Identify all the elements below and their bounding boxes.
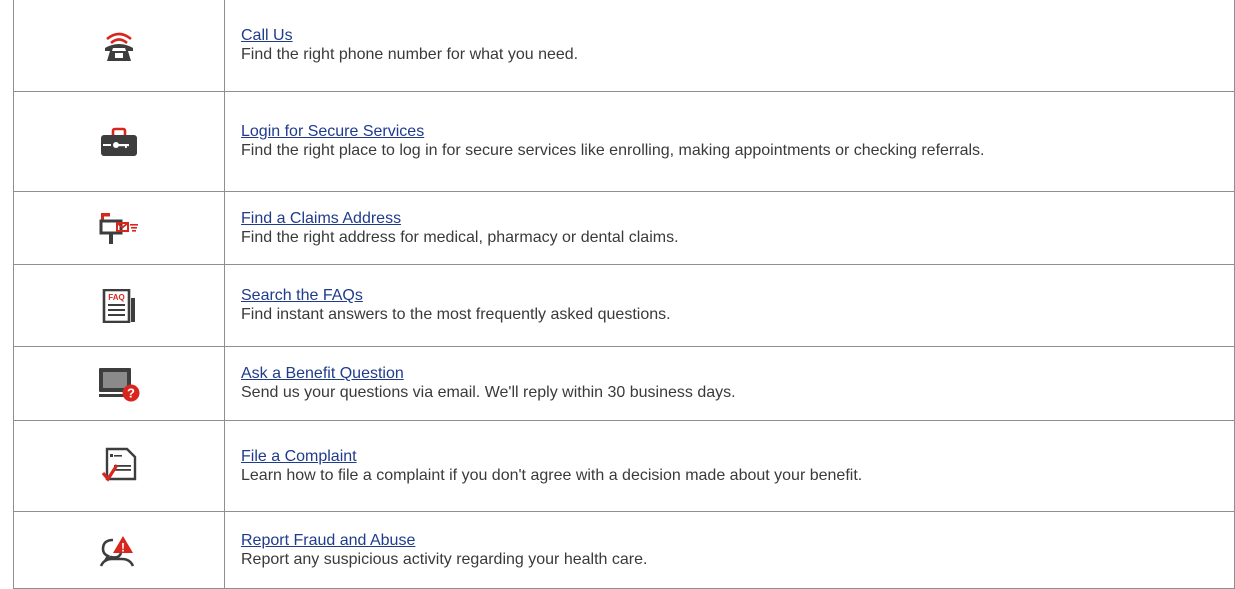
table-row: ! Report Fraud and Abuse Report any susp… (13, 511, 1235, 589)
monitor-question-icon: ? (99, 367, 140, 401)
table-row: File a Complaint Learn how to file a com… (13, 420, 1235, 512)
faq-document-icon: FAQ (102, 288, 135, 323)
file-complaint-description: Learn how to file a complaint if you don… (241, 466, 863, 484)
question-mark-label: ? (127, 385, 135, 400)
faq-icon-label: FAQ (108, 293, 124, 302)
table-row: Find a Claims Address Find the right add… (13, 191, 1235, 265)
alert-mark-label: ! (121, 541, 125, 555)
telephone-icon (105, 32, 133, 61)
call-us-link[interactable]: Call Us (241, 26, 1194, 45)
table-row: ? Ask a Benefit Question Send us your qu… (13, 346, 1235, 421)
table-row: Call Us Find the right phone number for … (13, 0, 1235, 92)
ask-benefit-question-link[interactable]: Ask a Benefit Question (241, 364, 1194, 383)
mailbox-icon (99, 213, 138, 244)
ask-benefit-question-description: Send us your questions via email. We'll … (241, 384, 736, 401)
briefcase-key-icon (101, 127, 137, 156)
report-fraud-link[interactable]: Report Fraud and Abuse (241, 531, 1194, 550)
document-check-icon (101, 447, 137, 482)
file-complaint-link[interactable]: File a Complaint (241, 447, 1194, 466)
search-faqs-description: Find instant answers to the most frequen… (241, 306, 671, 323)
person-alert-icon: ! (99, 536, 135, 567)
table-row: FAQ Search the FAQs Find instant answers… (13, 264, 1235, 347)
find-claims-address-link[interactable]: Find a Claims Address (241, 209, 1194, 228)
login-secure-services-link[interactable]: Login for Secure Services (241, 122, 1194, 141)
report-fraud-description: Report any suspicious activity regarding… (241, 550, 648, 568)
contact-options-table: Call Us Find the right phone number for … (13, 0, 1235, 589)
find-claims-address-description: Find the right address for medical, phar… (241, 228, 679, 246)
table-row: Login for Secure Services Find the right… (13, 91, 1235, 192)
login-secure-services-description: Find the right place to log in for secur… (241, 142, 985, 159)
call-us-description: Find the right phone number for what you… (241, 46, 579, 63)
search-faqs-link[interactable]: Search the FAQs (241, 286, 1194, 305)
